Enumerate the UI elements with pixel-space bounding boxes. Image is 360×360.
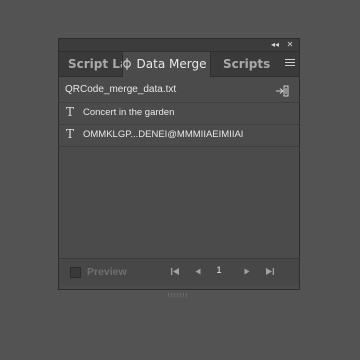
list-item[interactable]: T Concert in the garden [59,103,299,125]
field-name: OMMKLGP...DENEI@MMMIIAEIMIIAI [83,129,244,140]
close-icon[interactable]: ✕ [284,40,296,50]
next-record-icon[interactable] [241,265,253,278]
previous-record-icon[interactable] [192,265,204,278]
last-record-icon[interactable] [264,265,276,278]
link-data-source-icon[interactable] [275,84,289,97]
first-record-icon[interactable] [169,265,181,278]
panel-tabs: Script La Data Merge Scripts [59,52,299,77]
tab-drag-grip-icon[interactable] [122,56,132,72]
tab-script-label[interactable]: Script La [59,52,123,76]
data-source-filename: QRCode_merge_data.txt [65,84,177,95]
text-field-icon: T [66,105,75,119]
panel-titlebar[interactable]: ◂◂ ✕ [59,39,299,52]
data-source-row[interactable]: QRCode_merge_data.txt [59,80,299,103]
panel-menu-icon[interactable] [284,57,296,71]
collapse-panel-icon[interactable]: ◂◂ [269,40,281,50]
record-number-field[interactable]: 1 [211,264,227,278]
panel-bottom-bar: Preview 1 [59,258,299,285]
resize-grip-icon[interactable] [168,284,190,297]
tab-scripts[interactable]: Scripts [211,52,276,76]
preview-checkbox[interactable] [70,267,81,278]
text-field-icon: T [66,127,75,141]
data-merge-panel: ◂◂ ✕ Script La Data Merge Scripts QRCode… [58,38,300,297]
tab-data-merge-label: Data Merge [136,57,207,71]
tab-data-merge[interactable]: Data Merge [122,52,211,77]
field-name: Concert in the garden [83,107,175,118]
preview-label: Preview [87,266,127,278]
list-item[interactable]: T OMMKLGP...DENEI@MMMIIAEIMIIAI [59,125,299,147]
